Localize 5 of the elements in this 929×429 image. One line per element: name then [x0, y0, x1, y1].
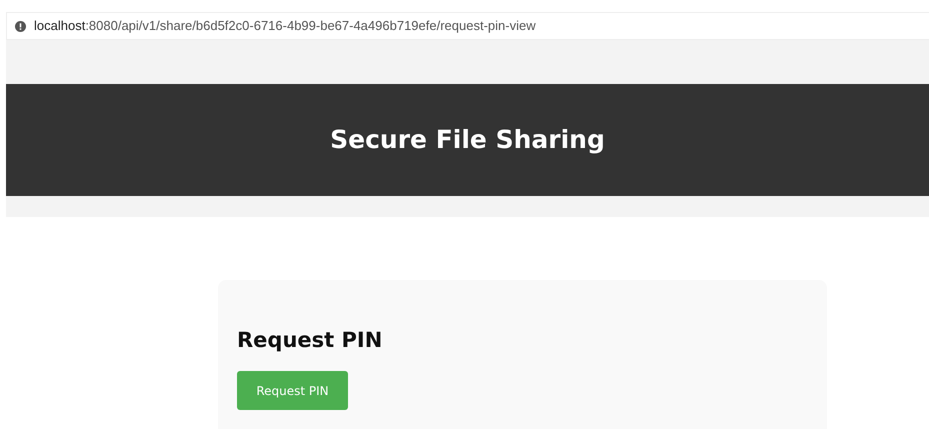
card-title: Request PIN: [237, 328, 384, 354]
site-title: Secure File Sharing: [330, 125, 605, 155]
info-icon: [15, 20, 26, 32]
address-bar[interactable]: localhost:8080/api/v1/share/b6d5f2c0-6716-4b99-be67-4a496b719efe/request-pin-view: [6, 12, 929, 40]
url-text: localhost:8080/api/v1/share/b6d5f2c0-6716-4b99-be67-4a496b719efe/request-pin-view: [34, 17, 536, 36]
